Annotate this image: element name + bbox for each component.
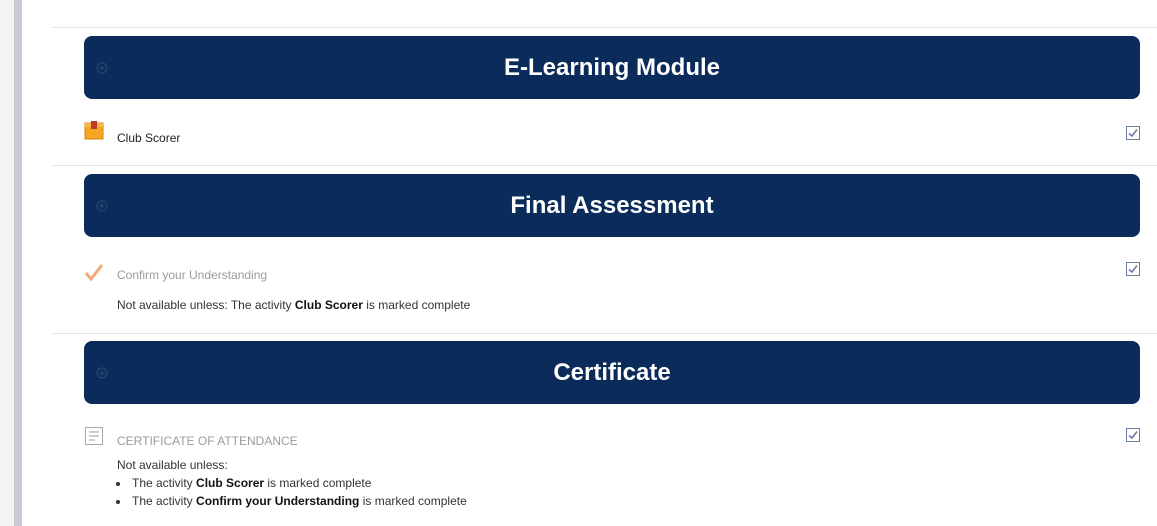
restriction-activity: Club Scorer xyxy=(196,476,265,490)
section-divider xyxy=(52,333,1157,334)
restriction-activity: Confirm your Understanding xyxy=(196,494,360,508)
restriction-prefix: The activity xyxy=(132,494,197,508)
restriction-activity: Club Scorer xyxy=(294,298,363,312)
section-title: E-Learning Module xyxy=(504,54,720,81)
section-title: Final Assessment xyxy=(510,192,714,219)
completion-checkbox-icon[interactable] xyxy=(1126,428,1140,442)
section-header-final-assessment[interactable]: Final Assessment xyxy=(84,174,1140,237)
restriction-note: Not available unless: The activity Club … xyxy=(117,298,470,312)
left-drawer-edge xyxy=(14,0,22,526)
completion-checkbox-icon[interactable] xyxy=(1126,126,1140,140)
restriction-suffix: is marked complete xyxy=(362,298,471,312)
activity-confirm-understanding: Confirm your Understanding Not available… xyxy=(84,258,1140,318)
certificate-icon xyxy=(85,427,103,445)
section-header-elearning[interactable]: E-Learning Module xyxy=(84,36,1140,99)
restriction-heading: Not available unless: xyxy=(117,458,228,472)
restriction-list: The activity Club Scorer is marked compl… xyxy=(117,474,467,510)
restriction-item: The activity Club Scorer is marked compl… xyxy=(130,474,467,492)
restriction-suffix: is marked complete xyxy=(264,476,372,490)
section-title: Certificate xyxy=(553,359,671,386)
section-divider xyxy=(52,165,1157,166)
activity-link[interactable]: Club Scorer xyxy=(117,131,180,145)
package-icon xyxy=(84,121,104,140)
activity-certificate: CERTIFICATE OF ATTENDANCE Not available … xyxy=(84,424,1140,526)
activity-club-scorer: Club Scorer xyxy=(84,120,1140,150)
restriction-note: Not available unless: The activity Club … xyxy=(117,458,467,510)
section-header-certificate[interactable]: Certificate xyxy=(84,341,1140,404)
restriction-prefix: Not available unless: The activity xyxy=(117,298,295,312)
restriction-prefix: The activity xyxy=(132,476,197,490)
section-divider xyxy=(52,27,1157,28)
activity-link[interactable]: Confirm your Understanding xyxy=(117,268,267,282)
left-rail xyxy=(0,0,14,526)
course-content: E-Learning Module Club Scorer Final Asse… xyxy=(22,0,1157,526)
restriction-item: The activity Confirm your Understanding … xyxy=(130,492,467,510)
checkmark-icon xyxy=(84,264,104,282)
activity-link[interactable]: CERTIFICATE OF ATTENDANCE xyxy=(117,434,298,448)
restriction-suffix: is marked complete xyxy=(359,494,467,508)
completion-checkbox-icon[interactable] xyxy=(1126,262,1140,276)
